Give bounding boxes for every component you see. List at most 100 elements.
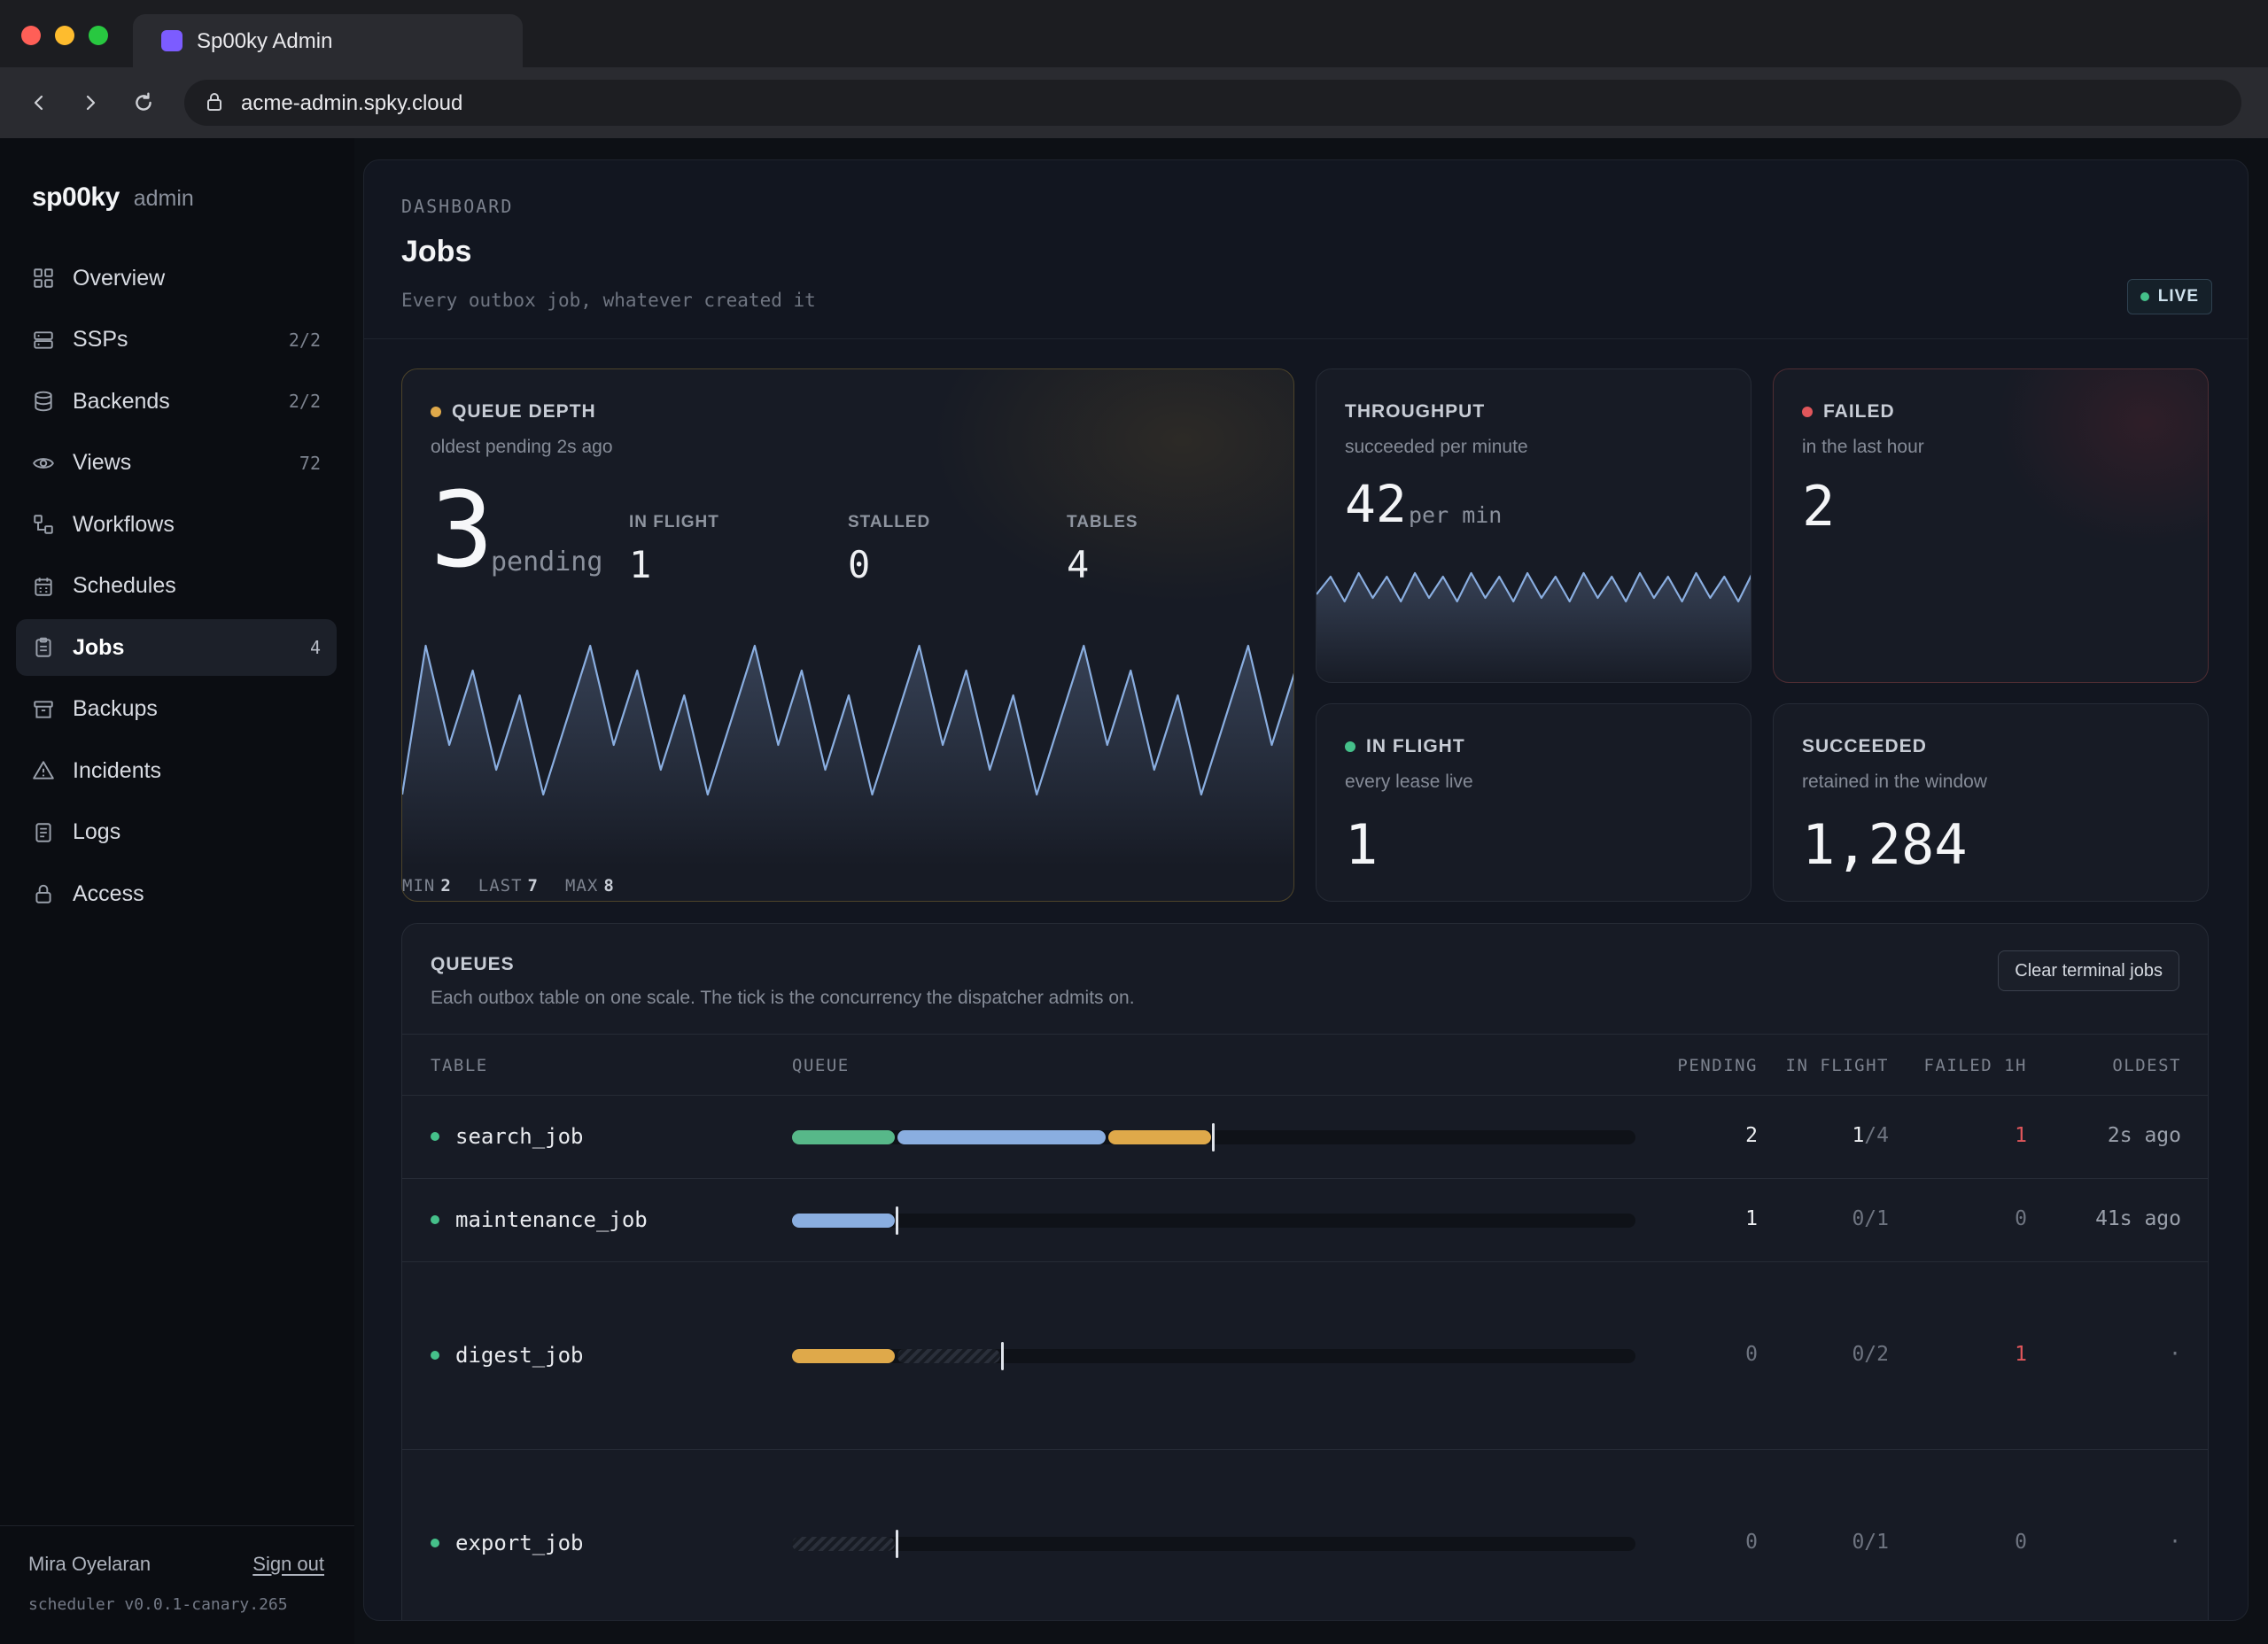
sidebar-item-logs[interactable]: Logs bbox=[16, 804, 337, 861]
live-label: LIVE bbox=[2157, 287, 2199, 306]
queue-depth-sub: oldest pending 2s ago bbox=[431, 437, 613, 457]
queue-depth-label: QUEUE DEPTH bbox=[431, 401, 596, 423]
throughput-unit: per min bbox=[1409, 502, 1503, 528]
oldest-age: 41s ago bbox=[2095, 1207, 2181, 1230]
minimize-window-button[interactable] bbox=[55, 26, 74, 45]
sidebar-item-backends[interactable]: Backends 2/2 bbox=[16, 373, 337, 430]
col-in-flight[interactable]: IN FLIGHT bbox=[1786, 1056, 1889, 1075]
col-pending[interactable]: PENDING bbox=[1677, 1056, 1758, 1075]
failed-count: 0 bbox=[2015, 1207, 2027, 1230]
queue-depth-card: QUEUE DEPTH oldest pending 2s ago 3 pend… bbox=[401, 368, 1294, 902]
calendar-icon bbox=[32, 575, 55, 598]
queues-subtitle: Each outbox table on one scale. The tick… bbox=[431, 988, 1135, 1008]
sidebar-item-count: 4 bbox=[309, 637, 321, 658]
archive-icon bbox=[32, 698, 55, 721]
queue-depth-unit: pending bbox=[491, 547, 603, 578]
sparkline-area bbox=[402, 646, 1293, 865]
sidebar-item-count: 2/2 bbox=[288, 329, 321, 351]
sidebar-item-ssps[interactable]: SSPs 2/2 bbox=[16, 312, 337, 368]
sidebar-item-label: Backups bbox=[73, 696, 158, 721]
sidebar-item-label: Incidents bbox=[73, 757, 162, 783]
clear-terminal-jobs-button[interactable]: Clear terminal jobs bbox=[1998, 950, 2179, 991]
warning-icon bbox=[32, 759, 55, 782]
failed-sub: in the last hour bbox=[1802, 437, 1924, 457]
page-header: DASHBOARD Jobs Every outbox job, whateve… bbox=[364, 160, 2248, 339]
failed-count: 0 bbox=[2015, 1531, 2027, 1554]
queue-depth-footer: MIN 2 LAST 7 MAX 8 bbox=[402, 876, 615, 896]
close-window-button[interactable] bbox=[21, 26, 41, 45]
tab-title: Sp00ky Admin bbox=[197, 29, 333, 53]
document-icon bbox=[32, 821, 55, 844]
sidebar-item-overview[interactable]: Overview bbox=[16, 250, 337, 306]
stat-tables-value: 4 bbox=[1067, 543, 1090, 586]
in-flight-sub: every lease live bbox=[1345, 772, 1473, 792]
live-dot-icon bbox=[2140, 292, 2149, 301]
queue-table-name[interactable]: export_job bbox=[431, 1531, 584, 1555]
sidebar-item-workflows[interactable]: Workflows bbox=[16, 496, 337, 553]
queue-bar bbox=[792, 1123, 1635, 1152]
sidebar-item-incidents[interactable]: Incidents bbox=[16, 742, 337, 799]
queue-depth-value: 3 bbox=[431, 469, 494, 591]
queues-card: QUEUES Each outbox table on one scale. T… bbox=[401, 923, 2209, 1620]
pending-count: 2 bbox=[1745, 1124, 1758, 1147]
pending-count: 0 bbox=[1745, 1531, 1758, 1554]
sidebar-item-jobs[interactable]: Jobs 4 bbox=[16, 619, 337, 676]
queue-table-name[interactable]: maintenance_job bbox=[431, 1207, 648, 1232]
sidebar-item-backups[interactable]: Backups bbox=[16, 681, 337, 738]
back-icon[interactable] bbox=[21, 85, 57, 120]
lock-icon bbox=[207, 93, 221, 111]
app: sp00ky admin Overview SSPs 2/2 Backends 2/2 V… bbox=[0, 138, 2268, 1644]
brand[interactable]: sp00ky admin bbox=[32, 182, 194, 213]
queues-table-header: TABLE QUEUE PENDING IN FLIGHT FAILED 1H … bbox=[402, 1034, 2208, 1096]
eye-icon bbox=[32, 452, 55, 475]
failed-title: FAILED bbox=[1823, 401, 1895, 422]
oldest-age: · bbox=[2169, 1531, 2181, 1554]
table-row[interactable]: search_job 2 1/4 1 2s ago bbox=[402, 1096, 2208, 1179]
sidebar-item-access[interactable]: Access bbox=[16, 865, 337, 922]
queue-bar bbox=[792, 1342, 1635, 1370]
sign-out-link[interactable]: Sign out bbox=[252, 1553, 324, 1576]
failed-dot-icon bbox=[1802, 407, 1813, 417]
throughput-sub: succeeded per minute bbox=[1345, 437, 1528, 457]
browser-tab[interactable]: Sp00ky Admin bbox=[133, 14, 523, 67]
page-title: Jobs bbox=[401, 235, 472, 268]
queue-depth-title: QUEUE DEPTH bbox=[452, 401, 596, 422]
sparkline-area bbox=[1317, 573, 1751, 682]
url-field[interactable]: acme-admin.spky.cloud bbox=[184, 80, 2241, 126]
pending-count: 1 bbox=[1745, 1207, 1758, 1230]
forward-icon[interactable] bbox=[73, 85, 108, 120]
in-flight-card: IN FLIGHT every lease live 1 bbox=[1316, 703, 1751, 902]
table-row[interactable]: export_job 0 0/1 0 · bbox=[402, 1450, 2208, 1620]
sidebar-item-label: Logs bbox=[73, 819, 121, 844]
stat-tables-label: TABLES bbox=[1067, 513, 1138, 531]
queue-table-name[interactable]: digest_job bbox=[431, 1343, 584, 1368]
table-row[interactable]: maintenance_job 1 0/1 0 41s ago bbox=[402, 1179, 2208, 1262]
queue-depth-sparkline bbox=[402, 644, 1293, 865]
col-table[interactable]: TABLE bbox=[431, 1056, 488, 1075]
queue-table-name[interactable]: search_job bbox=[431, 1124, 584, 1149]
in-flight-title: IN FLIGHT bbox=[1366, 736, 1465, 756]
sidebar-item-label: Schedules bbox=[73, 573, 176, 598]
sidebar-item-schedules[interactable]: Schedules bbox=[16, 558, 337, 615]
address-bar: acme-admin.spky.cloud bbox=[0, 67, 2268, 138]
col-failed[interactable]: FAILED 1H bbox=[1924, 1056, 2027, 1075]
sidebar-item-label: Access bbox=[73, 880, 144, 906]
user-name: Mira Oyelaran bbox=[28, 1553, 151, 1575]
sidebar-item-label: Jobs bbox=[73, 634, 125, 660]
sidebar-item-views[interactable]: Views 72 bbox=[16, 435, 337, 492]
server-icon bbox=[32, 329, 55, 352]
maximize-window-button[interactable] bbox=[89, 26, 108, 45]
col-queue[interactable]: QUEUE bbox=[792, 1056, 850, 1075]
sidebar-item-label: Workflows bbox=[73, 511, 175, 537]
oldest-age: · bbox=[2169, 1343, 2181, 1366]
status-dot-icon bbox=[431, 1132, 439, 1141]
col-oldest[interactable]: OLDEST bbox=[2112, 1056, 2181, 1075]
failed-value: 2 bbox=[1802, 474, 1836, 539]
queue-segment-b bbox=[897, 1130, 1106, 1144]
table-row[interactable]: digest_job 0 0/2 1 · bbox=[402, 1262, 2208, 1450]
reload-icon[interactable] bbox=[126, 85, 161, 120]
sidebar-nav: Overview SSPs 2/2 Backends 2/2 Views 72 Workflo… bbox=[16, 250, 337, 927]
status-dot-icon bbox=[431, 1539, 439, 1547]
brand-sub: admin bbox=[133, 186, 194, 211]
oldest-age: 2s ago bbox=[2107, 1124, 2181, 1147]
